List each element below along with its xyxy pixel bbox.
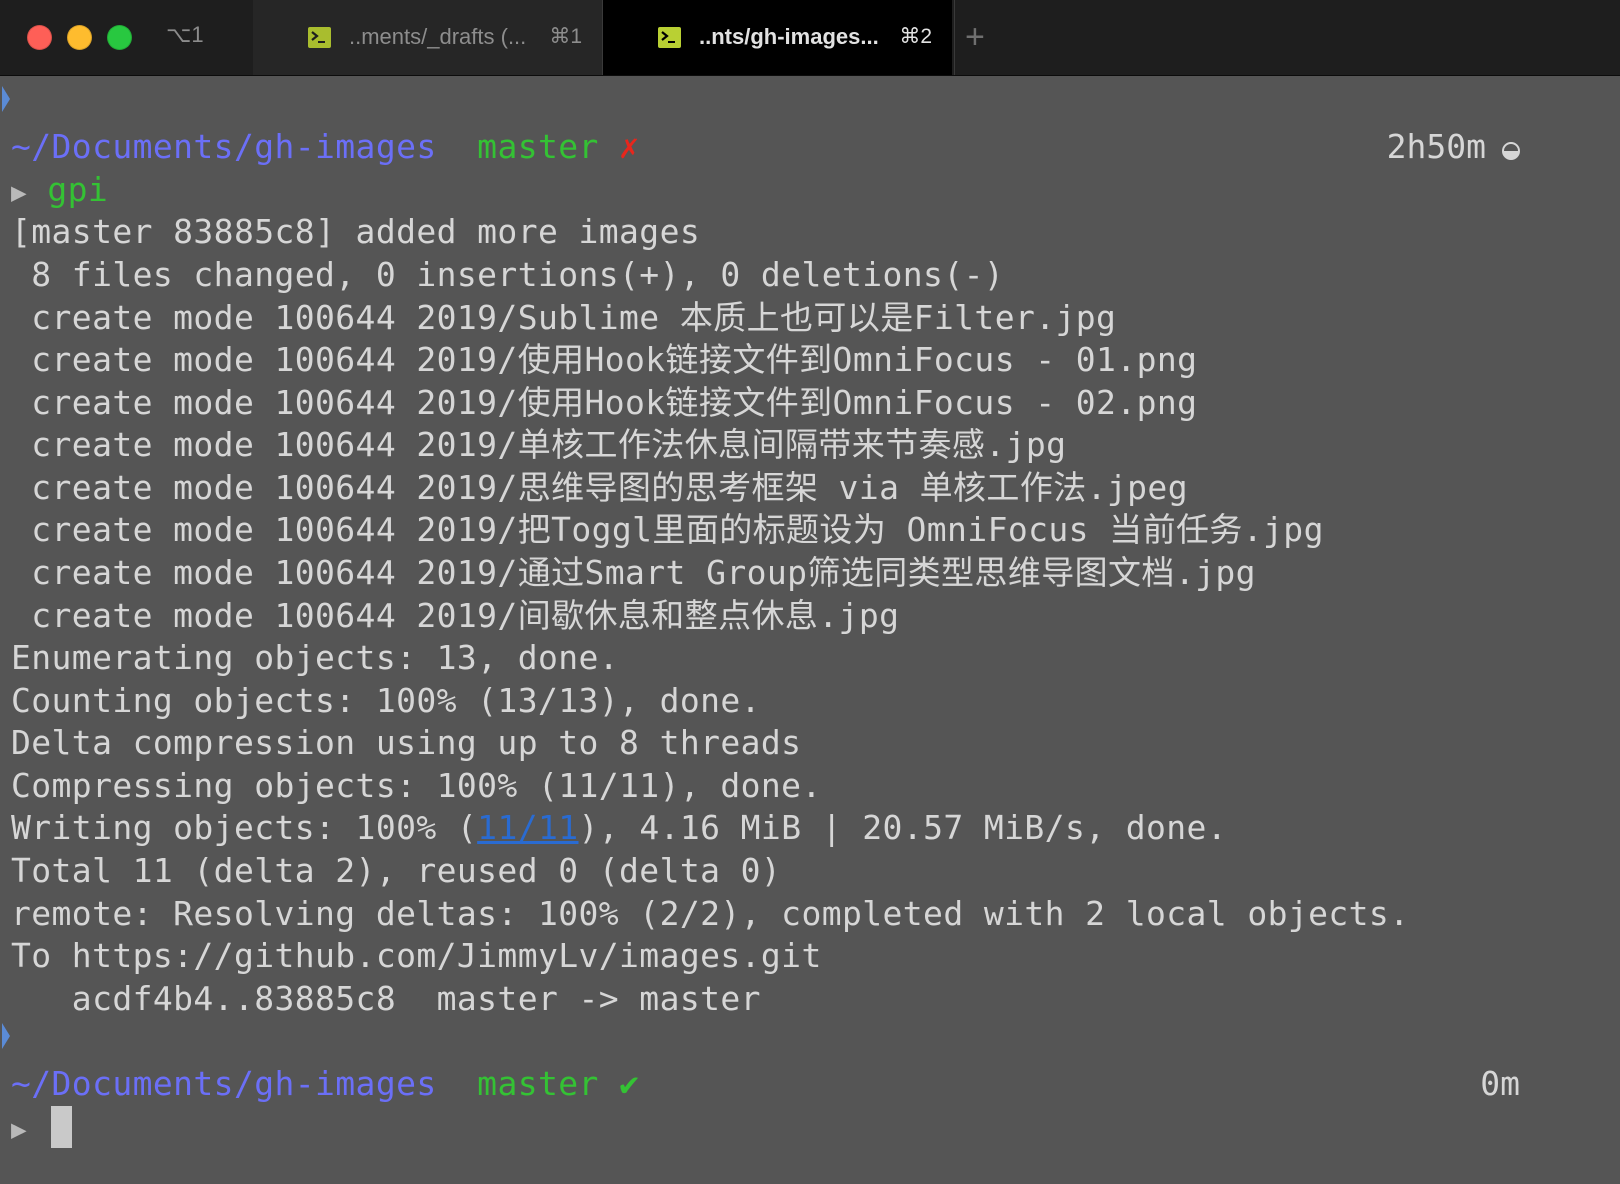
git-clean-icon: ✔ bbox=[619, 1064, 640, 1103]
tab-bar: ⌥1 ..ments/_drafts (... ⌘1 ..nts/gh-imag… bbox=[0, 0, 1620, 76]
zoom-window-button[interactable] bbox=[107, 25, 132, 50]
output-line: create mode 100644 2019/Sublime 本质上也可以是F… bbox=[11, 298, 1117, 337]
output-line: create mode 100644 2019/单核工作法休息间隔带来节奏感.j… bbox=[11, 425, 1067, 464]
tab-title: ..nts/gh-images... bbox=[699, 24, 879, 49]
prompt-mark-icon bbox=[2, 1023, 10, 1049]
tab-divider bbox=[954, 0, 955, 75]
command-text: gpi bbox=[47, 170, 109, 209]
command-line: ▶ gpi bbox=[11, 168, 108, 212]
elapsed-time-value: 0m bbox=[1480, 1064, 1520, 1103]
prompt-arrow-icon: ▶ bbox=[11, 1115, 28, 1145]
close-window-button[interactable] bbox=[27, 25, 52, 50]
prompt-path: ~/Documents/gh-images bbox=[11, 127, 437, 166]
window-shortcut-label: ⌥1 bbox=[166, 22, 204, 47]
output-line: Delta compression using up to 8 threads bbox=[11, 723, 802, 762]
tab-shortcut: ⌘2 bbox=[899, 25, 932, 48]
output-line: create mode 100644 2019/间歇休息和整点休息.jpg bbox=[11, 596, 900, 635]
tab-shortcut: ⌘1 bbox=[549, 25, 582, 48]
minimize-window-button[interactable] bbox=[67, 25, 92, 50]
git-dirty-icon: ✗ bbox=[619, 127, 640, 166]
output-line: create mode 100644 2019/通过Smart Group筛选同… bbox=[11, 553, 1256, 592]
output-line: create mode 100644 2019/把Toggl里面的标题设为 Om… bbox=[11, 510, 1324, 549]
writing-prefix: Writing objects: 100% ( bbox=[11, 808, 478, 847]
half-circle-icon bbox=[1502, 142, 1520, 160]
output-line: Compressing objects: 100% (11/11), done. bbox=[11, 766, 822, 805]
output-line: 8 files changed, 0 insertions(+), 0 dele… bbox=[11, 255, 1005, 294]
output-line: acdf4b4..83885c8 master -> master bbox=[11, 979, 761, 1018]
tab-gh-images[interactable]: ..nts/gh-images... ⌘2 bbox=[603, 0, 952, 75]
object-count-link[interactable]: 11/11 bbox=[477, 808, 578, 847]
terminal-window: ⌥1 ..ments/_drafts (... ⌘1 ..nts/gh-imag… bbox=[0, 0, 1620, 1184]
output-line: Counting objects: 100% (13/13), done. bbox=[11, 681, 761, 720]
output-line: Total 11 (delta 2), reused 0 (delta 0) bbox=[11, 851, 782, 890]
output-line: create mode 100644 2019/思维导图的思考框架 via 单核… bbox=[11, 468, 1188, 507]
output-line: [master 83885c8] added more images bbox=[11, 212, 701, 251]
terminal-icon bbox=[658, 27, 681, 48]
output-line-writing: Writing objects: 100% (11/11), 4.16 MiB … bbox=[11, 806, 1227, 850]
tab-drafts[interactable]: ..ments/_drafts (... ⌘1 bbox=[253, 0, 602, 75]
elapsed-time-value: 2h50m bbox=[1386, 127, 1486, 166]
new-tab-button[interactable]: + bbox=[965, 20, 985, 54]
input-line[interactable]: ▶ bbox=[11, 1105, 73, 1149]
elapsed-time: 2h50m bbox=[1387, 125, 1520, 169]
elapsed-time: 0m bbox=[1480, 1062, 1520, 1106]
git-branch: master bbox=[477, 127, 599, 166]
prompt-path: ~/Documents/gh-images bbox=[11, 1064, 437, 1103]
output-line: remote: Resolving deltas: 100% (2/2), co… bbox=[11, 894, 1410, 933]
output-line: To https://github.com/JimmyLv/images.git bbox=[11, 936, 822, 975]
tab-title: ..ments/_drafts (... bbox=[349, 24, 527, 49]
output-line: Enumerating objects: 13, done. bbox=[11, 638, 620, 677]
git-branch: master bbox=[477, 1064, 599, 1103]
writing-suffix: ), 4.16 MiB | 20.57 MiB/s, done. bbox=[578, 808, 1228, 847]
output-line: create mode 100644 2019/使用Hook链接文件到OmniF… bbox=[11, 383, 1198, 422]
prompt-info-line: ~/Documents/gh-images master ✗ bbox=[11, 125, 639, 169]
text-cursor bbox=[51, 1106, 73, 1148]
output-line: create mode 100644 2019/使用Hook链接文件到OmniF… bbox=[11, 340, 1198, 379]
prompt-arrow-icon: ▶ bbox=[11, 178, 28, 208]
prompt-mark-icon bbox=[2, 86, 10, 112]
prompt-info-line: ~/Documents/gh-images master ✔ bbox=[11, 1062, 639, 1106]
terminal-icon bbox=[308, 27, 331, 48]
terminal-output[interactable]: ~/Documents/gh-images master ✗ 2h50m ▶ g… bbox=[0, 76, 1620, 1184]
